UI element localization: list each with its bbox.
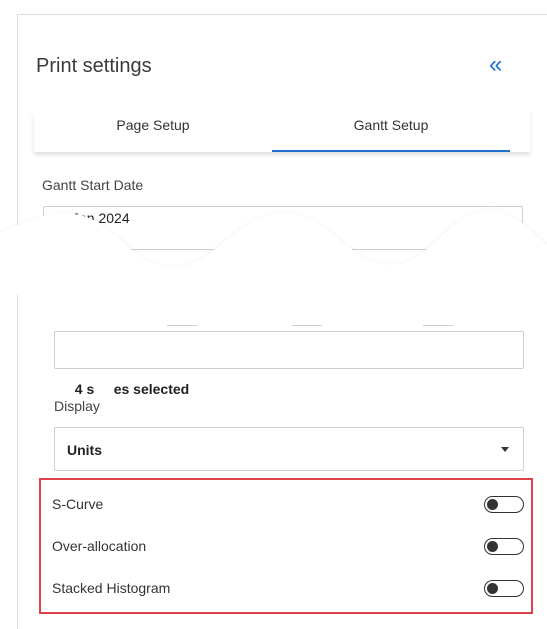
fragment-line <box>292 325 322 326</box>
stacked-histogram-toggle[interactable] <box>484 580 524 597</box>
chevron-down-icon <box>501 447 509 452</box>
selection-value: 4 s es selected <box>74 381 190 397</box>
display-select[interactable]: Units <box>54 427 524 471</box>
over-allocation-label: Over-allocation <box>52 538 147 554</box>
tab-page-setup[interactable]: Page Setup <box>34 110 272 152</box>
tab-gantt-setup[interactable]: Gantt Setup <box>272 110 510 152</box>
tab-bar: Page Setup Gantt Setup <box>34 110 530 152</box>
display-label: Display <box>54 398 100 414</box>
tab-gantt-setup-label: Gantt Setup <box>353 117 429 133</box>
s-curve-toggle[interactable] <box>484 496 524 513</box>
toggle-knob <box>487 540 498 552</box>
over-allocation-toggle[interactable] <box>484 538 524 555</box>
toggle-knob <box>487 498 498 510</box>
panel-title: Print settings <box>36 55 152 77</box>
selection-field[interactable]: 4 s es selected <box>54 331 524 397</box>
toggle-row-s-curve: S-Curve <box>52 490 524 520</box>
tab-page-setup-label: Page Setup <box>116 117 190 133</box>
toggle-row-over-allocation: Over-allocation <box>52 532 524 562</box>
display-select-value: Units <box>67 442 102 458</box>
fragment-line <box>167 325 197 326</box>
fragment-line <box>423 325 453 326</box>
s-curve-label: S-Curve <box>52 496 104 512</box>
stacked-histogram-label: Stacked Histogram <box>52 580 171 596</box>
torn-edge-decoration <box>0 210 547 295</box>
active-tab-indicator <box>272 150 510 152</box>
toggle-row-stacked-histogram: Stacked Histogram <box>52 574 524 604</box>
gantt-start-date-label: Gantt Start Date <box>42 177 144 193</box>
toggle-knob <box>487 582 498 594</box>
collapse-panel-icon[interactable]: « <box>489 53 502 77</box>
